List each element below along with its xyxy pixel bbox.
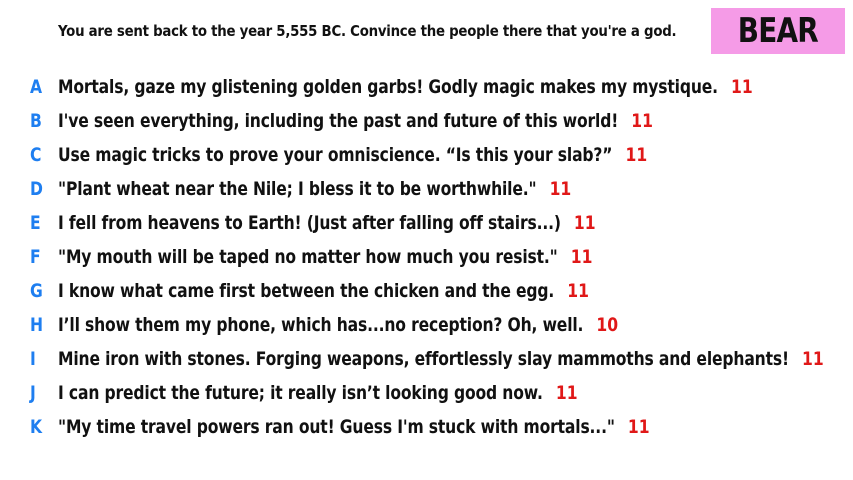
answer-letter: E	[30, 212, 41, 234]
answer-text: Mine iron with stones. Forging weapons, …	[58, 348, 789, 370]
answer-score: 11	[555, 382, 578, 404]
answer-letter: D	[30, 178, 43, 200]
answer-row-g[interactable]: G I know what came first between the chi…	[0, 274, 853, 308]
prompt-text: You are sent back to the year 5,555 BC. …	[58, 22, 677, 40]
answer-row-c[interactable]: C Use magic tricks to prove your omnisci…	[0, 138, 853, 172]
answer-text: I know what came first between the chick…	[58, 280, 555, 302]
answer-text: "My time travel powers ran out! Guess I'…	[58, 416, 615, 438]
answer-row-d[interactable]: D "Plant wheat near the Nile; I bless it…	[0, 172, 853, 206]
answer-score: 11	[731, 76, 753, 98]
answer-letter: H	[30, 314, 44, 336]
answer-row-b[interactable]: B I've seen everything, including the pa…	[0, 104, 853, 138]
answer-letter: F	[30, 246, 41, 268]
answer-score: 11	[549, 178, 572, 200]
answer-score: 11	[627, 416, 650, 438]
answer-text: I fell from heavens to Earth! (Just afte…	[58, 212, 561, 234]
answer-letter: I	[30, 348, 36, 370]
answer-text: Mortals, gaze my glistening golden garbs…	[58, 76, 718, 98]
player-tag-badge: BEAR	[711, 8, 845, 54]
answer-letter: B	[30, 110, 42, 132]
answer-score: 11	[567, 280, 589, 302]
answer-score: 11	[570, 246, 593, 268]
answer-row-j[interactable]: J I can predict the future; it really is…	[0, 376, 853, 410]
answer-letter: G	[30, 280, 43, 302]
answer-row-k[interactable]: K "My time travel powers ran out! Guess …	[0, 410, 853, 444]
answer-letter: A	[30, 76, 43, 98]
player-tag-label: BEAR	[737, 11, 819, 51]
answer-text: "Plant wheat near the Nile; I bless it t…	[58, 178, 537, 200]
answer-score: 11	[802, 348, 824, 370]
answer-letter: K	[30, 416, 43, 438]
answer-text: I can predict the future; it really isn’…	[58, 382, 543, 404]
answer-row-a[interactable]: A Mortals, gaze my glistening golden gar…	[0, 70, 853, 104]
answer-letter: C	[30, 144, 42, 166]
answer-text: "My mouth will be taped no matter how mu…	[58, 246, 558, 268]
answer-score: 11	[573, 212, 596, 234]
answer-letter: J	[30, 382, 36, 404]
answer-text: I’ll show them my phone, which has...no …	[58, 314, 584, 336]
answer-row-i[interactable]: I Mine iron with stones. Forging weapons…	[0, 342, 853, 376]
answer-score: 11	[625, 144, 648, 166]
answer-score: 11	[631, 110, 653, 132]
answer-text: I've seen everything, including the past…	[58, 110, 619, 132]
answer-text: Use magic tricks to prove your omniscien…	[58, 144, 613, 166]
answer-row-f[interactable]: F "My mouth will be taped no matter how …	[0, 240, 853, 274]
answer-row-e[interactable]: E I fell from heavens to Earth! (Just af…	[0, 206, 853, 240]
answer-score: 10	[596, 314, 619, 336]
answer-row-h[interactable]: H I’ll show them my phone, which has...n…	[0, 308, 853, 342]
